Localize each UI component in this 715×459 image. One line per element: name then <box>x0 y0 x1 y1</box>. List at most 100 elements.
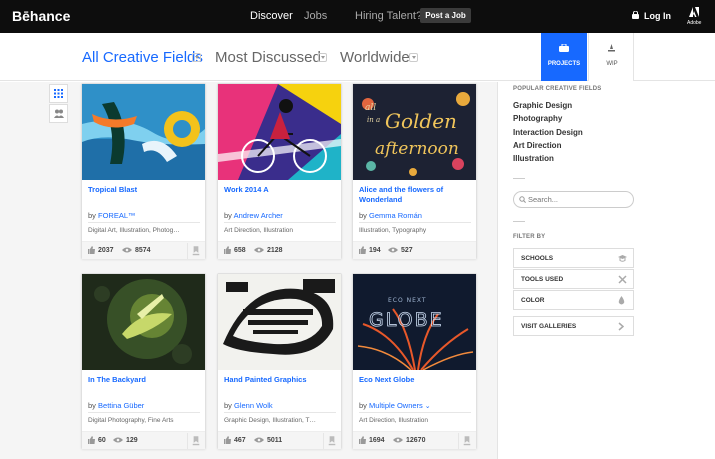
project-stats: 194 527 <box>353 241 476 259</box>
project-thumbnail[interactable]: ECO NEXT GLOBE <box>353 274 476 370</box>
wip-icon <box>608 44 615 52</box>
eye-icon <box>113 437 123 443</box>
grid-view-toggle[interactable] <box>49 84 68 103</box>
filter-tools-used[interactable]: TOOLS USED <box>513 269 634 289</box>
sidebar-search[interactable] <box>513 191 634 208</box>
post-a-job-button[interactable]: Post a Job <box>420 8 471 23</box>
filter-color[interactable]: COLOR <box>513 290 634 310</box>
behance-logo[interactable]: Bēhance <box>12 8 70 24</box>
nav-jobs[interactable]: Jobs <box>304 10 327 22</box>
artwork-text: in a <box>367 116 380 124</box>
cyclist-artwork <box>218 84 341 180</box>
artwork-text: Golden <box>385 109 457 133</box>
tropical-blast-artwork <box>82 84 205 180</box>
project-card[interactable]: Hand Painted Graphics by Glenn Wolk Grap… <box>217 273 342 449</box>
project-owner-line: by Andrew Archer <box>224 211 283 220</box>
nav-discover[interactable]: Discover <box>250 10 293 22</box>
location-filter[interactable]: Worldwide <box>340 49 410 66</box>
login-link[interactable]: Log In <box>644 11 671 21</box>
visit-galleries-label: VISIT GALLERIES <box>521 323 577 330</box>
sort-filter[interactable]: Most Discussed <box>215 49 321 66</box>
popular-fields-heading: POPULAR CREATIVE FIELDS <box>513 86 602 92</box>
people-view-toggle[interactable] <box>49 104 68 123</box>
view-count: 129 <box>126 437 138 444</box>
view-count: 2128 <box>267 247 283 254</box>
eye-icon <box>254 437 264 443</box>
search-icon <box>519 196 526 203</box>
project-owner-line: by Gemma Román <box>359 211 422 220</box>
project-title[interactable]: Eco Next Globe <box>359 375 473 385</box>
visit-galleries-button[interactable]: VISIT GALLERIES <box>513 316 634 336</box>
project-owner[interactable]: Andrew Archer <box>234 211 283 220</box>
popular-field-link[interactable]: Art Direction <box>513 141 561 150</box>
project-fields: Graphic Design, Illustration, T… <box>224 417 316 424</box>
project-stats: 1694 12670 <box>353 431 476 449</box>
project-card[interactable]: Work 2014 A by Andrew Archer Art Directi… <box>217 83 342 259</box>
by-label: by <box>88 401 96 410</box>
project-card[interactable]: Tropical Blast by FOREAL™ Digital Art, I… <box>81 83 206 259</box>
chevron-down-icon[interactable] <box>192 53 201 62</box>
project-thumbnail[interactable] <box>218 274 341 370</box>
eye-icon <box>393 437 403 443</box>
by-label: by <box>224 211 232 220</box>
by-label: by <box>359 401 367 410</box>
search-input[interactable] <box>528 194 628 205</box>
popular-field-link[interactable]: Interaction Design <box>513 128 583 137</box>
thumbs-up-icon <box>359 436 366 444</box>
tab-wip[interactable]: WIP <box>588 33 634 81</box>
tab-projects-label: PROJECTS <box>547 61 581 67</box>
project-card[interactable]: In The Backyard by Bettina Güber Digital… <box>81 273 206 449</box>
by-label: by <box>359 211 367 220</box>
chevron-down-icon[interactable] <box>318 53 327 62</box>
featured-ribbon-icon <box>323 433 336 449</box>
project-thumbnail[interactable] <box>82 84 205 180</box>
multiple-owners-dropdown[interactable]: Multiple Owners <box>369 401 423 410</box>
project-thumbnail[interactable]: all in a Golden afternoon <box>353 84 476 180</box>
project-title[interactable]: In The Backyard <box>88 375 202 385</box>
project-fields: Art Direction, Illustration <box>359 417 428 424</box>
divider <box>224 222 336 223</box>
featured-ribbon-icon <box>187 433 200 449</box>
featured-ribbon-icon <box>187 243 200 259</box>
project-card[interactable]: ECO NEXT GLOBE Eco Next Globe by Multipl… <box>352 273 477 449</box>
backyard-artwork <box>82 274 205 370</box>
popular-field-link[interactable]: Graphic Design <box>513 101 572 110</box>
tab-projects[interactable]: PROJECTS <box>541 33 587 81</box>
project-grid-area: Tropical Blast by FOREAL™ Digital Art, I… <box>0 82 497 459</box>
chevron-down-icon[interactable] <box>409 53 418 62</box>
popular-field-link[interactable]: Illustration <box>513 154 554 163</box>
project-owner-line: by Multiple Owners ⌄ <box>359 401 431 410</box>
tab-wip-label: WIP <box>606 61 618 67</box>
nav-hiring-talent[interactable]: Hiring Talent? <box>355 10 422 22</box>
popular-field-link[interactable]: Photography <box>513 114 562 123</box>
project-owner[interactable]: FOREAL™ <box>98 211 136 220</box>
project-stats: 2037 8574 <box>82 241 205 259</box>
thumbs-up-icon <box>359 246 366 254</box>
filter-schools[interactable]: SCHOOLS <box>513 248 634 268</box>
project-owner[interactable]: Gemma Román <box>369 211 422 220</box>
project-thumbnail[interactable] <box>82 274 205 370</box>
divider <box>224 412 336 413</box>
thumbs-up-icon <box>88 436 95 444</box>
adobe-icon[interactable] <box>689 7 699 17</box>
creative-fields-filter[interactable]: All Creative Fields <box>82 49 203 66</box>
lock-icon <box>632 11 639 19</box>
project-title[interactable]: Tropical Blast <box>88 185 202 195</box>
filter-tools-label: TOOLS USED <box>521 276 564 283</box>
project-card[interactable]: all in a Golden afternoon Alice and the … <box>352 83 477 259</box>
thumbs-up-icon <box>224 436 231 444</box>
project-title[interactable]: Work 2014 A <box>224 185 338 195</box>
eye-icon <box>122 247 132 253</box>
by-label: by <box>88 211 96 220</box>
project-title[interactable]: Hand Painted Graphics <box>224 375 338 385</box>
chevron-down-icon[interactable]: ⌄ <box>423 403 431 410</box>
artwork-text: GLOBE <box>369 309 444 331</box>
project-fields: Digital Art, Illustration, Photog… <box>88 227 180 234</box>
filter-schools-label: SCHOOLS <box>521 255 554 262</box>
appreciation-count: 194 <box>369 247 381 254</box>
project-title[interactable]: Alice and the flowers of Wonderland <box>359 185 473 205</box>
view-count: 527 <box>401 247 413 254</box>
project-thumbnail[interactable] <box>218 84 341 180</box>
project-owner[interactable]: Glenn Wolk <box>234 401 273 410</box>
project-owner[interactable]: Bettina Güber <box>98 401 144 410</box>
